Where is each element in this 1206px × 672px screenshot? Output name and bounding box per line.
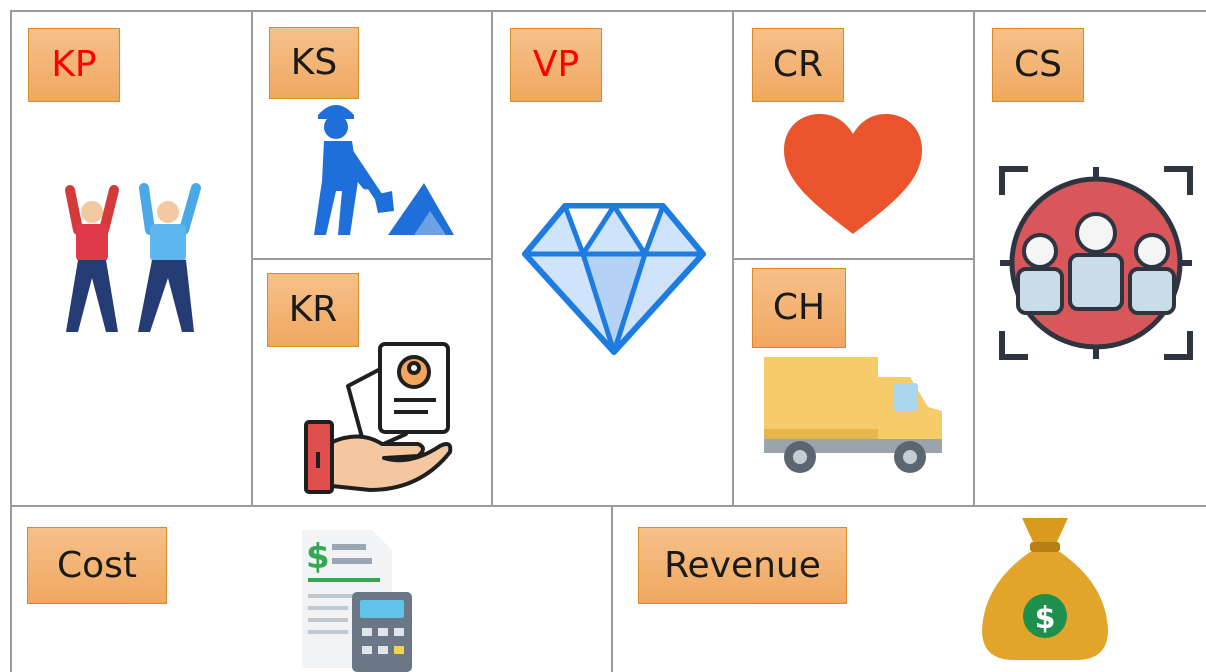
grid-line-vp-cr bbox=[732, 10, 734, 506]
kp-label: KP bbox=[28, 28, 120, 102]
heart-icon bbox=[784, 114, 922, 234]
grid-line-middle bbox=[10, 505, 1206, 507]
grid-line-cr-cs bbox=[973, 10, 975, 506]
grid-line-ks-vp bbox=[491, 10, 493, 506]
vp-label: VP bbox=[510, 28, 602, 102]
grid-line-cost-revenue bbox=[611, 505, 613, 672]
grid-line-kp-ks bbox=[251, 10, 253, 506]
invoice-calculator-icon: $ bbox=[302, 530, 412, 672]
revenue-label: Revenue bbox=[638, 527, 847, 604]
grid-line-cr-ch bbox=[733, 258, 974, 260]
ch-label: CH bbox=[752, 268, 846, 348]
business-model-canvas: KP KS VP CR CS KR CH Cost Revenue $ $ bbox=[0, 0, 1206, 672]
money-bag-icon: $ bbox=[982, 518, 1108, 660]
worker-shoveling-icon bbox=[314, 105, 454, 235]
grid-line-top bbox=[10, 10, 1206, 12]
grid-line-ks-kr bbox=[252, 258, 492, 260]
svg-text:$: $ bbox=[1035, 601, 1056, 636]
resource-hand-cards-icon bbox=[304, 342, 453, 494]
kr-label: KR bbox=[267, 273, 359, 347]
grid-line-left bbox=[10, 10, 12, 672]
svg-text:$: $ bbox=[306, 537, 330, 577]
people-cheering-icon bbox=[65, 183, 201, 332]
delivery-truck-icon bbox=[764, 357, 942, 473]
cr-label: CR bbox=[752, 28, 844, 102]
cs-label: CS bbox=[992, 28, 1084, 102]
ks-label: KS bbox=[269, 27, 359, 99]
target-customers-icon bbox=[999, 166, 1193, 360]
cost-label: Cost bbox=[27, 527, 167, 604]
diamond-icon bbox=[522, 203, 706, 355]
